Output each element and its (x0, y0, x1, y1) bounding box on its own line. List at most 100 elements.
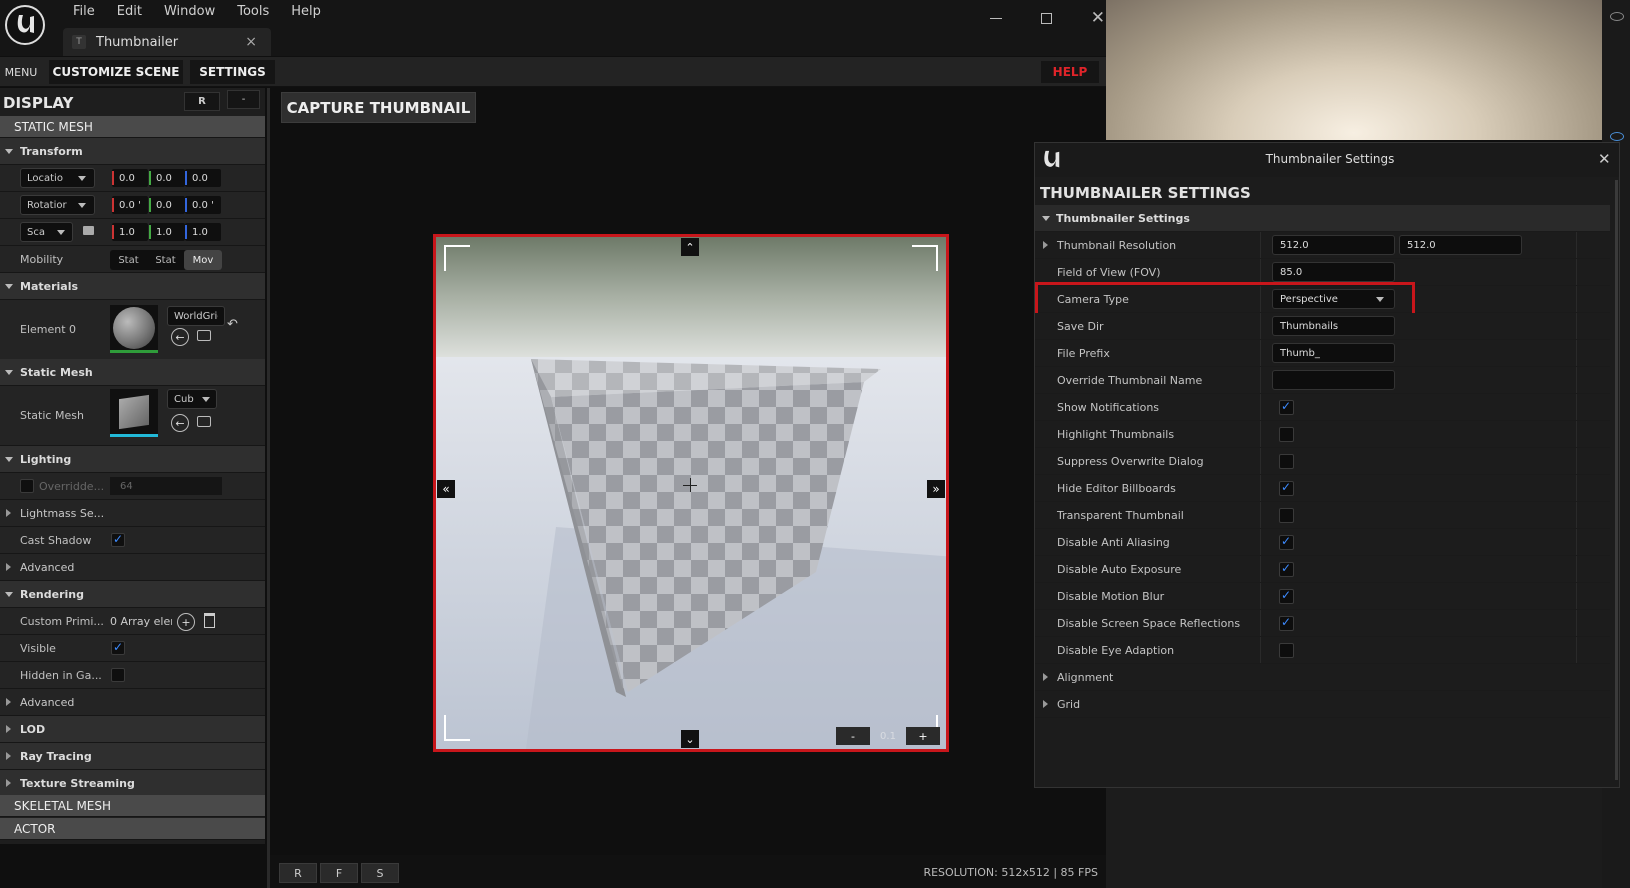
material-dropdown[interactable]: WorldGrid (167, 306, 225, 326)
advanced2-row[interactable]: Advanced (0, 689, 265, 716)
status-f-button[interactable]: F (320, 863, 358, 883)
setting-checkbox[interactable] (1279, 480, 1294, 496)
eye-icon[interactable] (1610, 12, 1624, 21)
setting-checkbox[interactable] (1279, 643, 1294, 658)
hidden-in-game-checkbox[interactable] (111, 668, 125, 682)
maximize-icon[interactable] (1040, 12, 1052, 24)
location-z-input[interactable]: 0.0 (185, 169, 221, 187)
setting-checkbox[interactable] (1279, 399, 1294, 415)
mesh-dropdown[interactable]: Cub (167, 389, 217, 409)
mobility-stationary[interactable]: Stat (147, 250, 184, 270)
location-x-input[interactable]: 0.0 (112, 169, 148, 187)
override-checkbox[interactable] (20, 479, 34, 493)
override-value[interactable]: 64 (110, 477, 222, 495)
scale-x-input[interactable]: 1.0 (112, 223, 148, 241)
rotation-z-input[interactable]: 0.0 ' (185, 196, 221, 214)
grid-row[interactable]: Grid (1035, 691, 1610, 718)
use-selected-mesh-icon[interactable]: ← (171, 414, 189, 432)
resolution-y-input[interactable]: 512.0 (1399, 235, 1522, 255)
location-y-input[interactable]: 0.0 (149, 169, 185, 187)
lighting-section[interactable]: Lighting (0, 446, 265, 473)
advanced-row[interactable]: Advanced (0, 554, 265, 581)
thumbnail-preview[interactable]: ⌃ ⌄ « » - 0.1 + (433, 234, 949, 752)
move-down-icon[interactable]: ⌄ (681, 730, 699, 748)
transform-section[interactable]: Transform (0, 138, 265, 165)
close-window-icon[interactable]: ✕ (1091, 9, 1105, 27)
browse-mesh-icon[interactable] (197, 416, 211, 427)
setting-checkbox[interactable] (1279, 427, 1294, 442)
lod-section[interactable]: LOD (0, 716, 265, 743)
skeletal-mesh-header[interactable]: SKELETAL MESH (0, 795, 265, 817)
visible-checkbox[interactable] (111, 640, 125, 655)
trash-icon[interactable] (204, 613, 215, 628)
move-up-icon[interactable]: ⌃ (681, 238, 699, 256)
menu-window[interactable]: Window (150, 4, 223, 19)
reset-arrow-icon[interactable]: ↶ (227, 317, 238, 332)
browse-icon[interactable] (197, 330, 211, 341)
setting-checkbox[interactable] (1279, 615, 1294, 631)
menu-edit[interactable]: Edit (103, 4, 150, 19)
setting-checkbox[interactable] (1279, 508, 1294, 523)
menu-button[interactable]: MENU (0, 60, 42, 84)
mobility-movable[interactable]: Mov (184, 250, 222, 270)
scale-dropdown[interactable]: Sca (20, 222, 73, 242)
status-r-button[interactable]: R (279, 863, 317, 883)
lightmass-row[interactable]: Lightmass Se... (0, 500, 265, 527)
move-left-icon[interactable]: « (437, 480, 455, 498)
document-tab[interactable]: T Thumbnailer × (63, 28, 271, 56)
zoom-out-button[interactable]: - (836, 727, 870, 745)
menu-tools[interactable]: Tools (223, 4, 277, 19)
capture-thumbnail-button[interactable]: CAPTURE THUMBNAIL (281, 92, 476, 123)
materials-section[interactable]: Materials (0, 273, 265, 300)
tab-close-icon[interactable]: × (245, 34, 257, 50)
add-element-icon[interactable]: + (177, 613, 195, 631)
customize-scene-button[interactable]: CUSTOMIZE SCENE (49, 60, 183, 84)
mobility-static[interactable]: Stat (110, 250, 147, 270)
rotation-dropdown[interactable]: Rotatior (20, 195, 95, 215)
setting-checkbox[interactable] (1279, 561, 1294, 577)
rotation-y-input[interactable]: 0.0 (149, 196, 185, 214)
material-thumbnail[interactable] (110, 305, 158, 353)
help-button[interactable]: HELP (1041, 61, 1099, 83)
panel-splitter[interactable] (267, 88, 270, 888)
settings-section-row[interactable]: Thumbnailer Settings (1035, 205, 1610, 232)
ray-tracing-section[interactable]: Ray Tracing (0, 743, 265, 770)
static-mesh-section[interactable]: Static Mesh (0, 359, 265, 386)
menu-help[interactable]: Help (277, 4, 329, 19)
lock-icon[interactable] (83, 226, 94, 235)
scale-y-input[interactable]: 1.0 (149, 223, 185, 241)
texture-streaming-section[interactable]: Texture Streaming (0, 770, 265, 797)
menu-file[interactable]: File (65, 4, 103, 19)
save-dir-input[interactable]: Thumbnails (1272, 316, 1395, 336)
setting-checkbox[interactable] (1279, 454, 1294, 469)
resolution-x-input[interactable]: 512.0 (1272, 235, 1395, 255)
reset-button[interactable]: R (184, 92, 220, 111)
setting-checkbox[interactable] (1279, 534, 1294, 550)
location-dropdown[interactable]: Locatio (20, 168, 95, 188)
mesh-thumbnail[interactable] (110, 389, 158, 437)
static-mesh-header[interactable]: STATIC MESH (0, 116, 265, 138)
cast-shadow-checkbox[interactable] (111, 532, 125, 547)
status-s-button[interactable]: S (361, 863, 399, 883)
use-selected-icon[interactable]: ← (171, 328, 189, 346)
rotation-x-input[interactable]: 0.0 ' (112, 196, 148, 214)
settings-close-icon[interactable]: ✕ (1598, 150, 1611, 168)
file-prefix-input[interactable]: Thumb_ (1272, 343, 1395, 363)
custom-primitive-value: 0 Array elen (110, 614, 172, 628)
rendering-section[interactable]: Rendering (0, 581, 265, 608)
minimize-icon[interactable] (990, 17, 1002, 19)
move-right-icon[interactable]: » (927, 480, 945, 498)
actor-header[interactable]: ACTOR (0, 818, 265, 840)
zoom-in-button[interactable]: + (906, 727, 940, 745)
settings-button[interactable]: SETTINGS (190, 60, 275, 84)
override-name-input[interactable] (1272, 370, 1395, 390)
scale-z-input[interactable]: 1.0 (185, 223, 221, 241)
fov-input[interactable]: 85.0 (1272, 262, 1395, 282)
unreal-logo[interactable] (5, 5, 45, 45)
eye-icon-2[interactable] (1610, 132, 1624, 141)
alignment-row[interactable]: Alignment (1035, 664, 1610, 691)
settings-scrollbar[interactable] (1615, 180, 1618, 780)
collapse-button[interactable]: - (227, 90, 260, 109)
chevron-right-icon[interactable] (1043, 241, 1048, 249)
setting-checkbox[interactable] (1279, 588, 1294, 604)
